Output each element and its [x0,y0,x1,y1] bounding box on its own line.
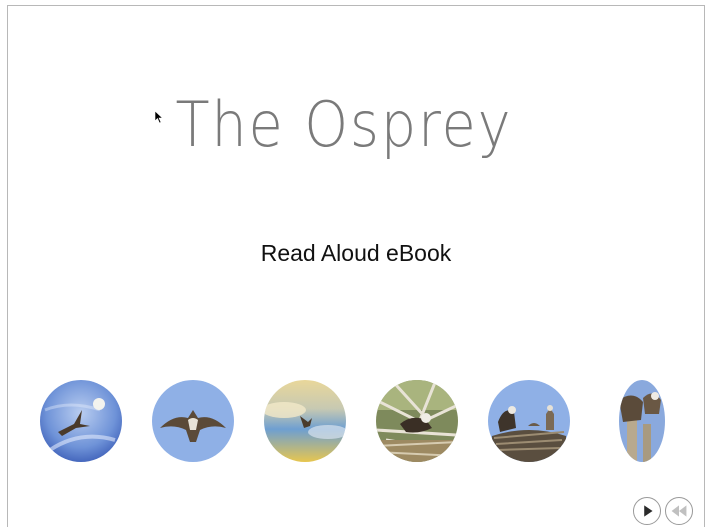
osprey-flying-moon-image [40,380,122,462]
book-subtitle: Read Aloud eBook [260,240,452,266]
thumbnail-osprey-on-nest-branches[interactable] [376,380,458,462]
osprey-sunset-sky-image [264,380,346,462]
osprey-on-nest-branches-image [376,380,458,462]
osprey-perched-pole-image [619,380,665,462]
play-button[interactable] [633,497,661,525]
thumbnail-osprey-sunset-sky[interactable] [264,380,346,462]
thumbnail-osprey-perched-pole[interactable] [619,380,665,462]
rewind-button[interactable] [665,497,693,525]
frame-border-top [7,5,705,6]
thumbnail-osprey-overhead[interactable] [152,380,234,462]
osprey-chicks-nest-image [488,380,570,462]
thumbnail-osprey-flying-moon[interactable] [40,380,122,462]
osprey-overhead-image [152,380,234,462]
thumbnail-osprey-chicks-nest[interactable] [488,380,570,462]
play-icon [644,505,653,517]
book-title: The Osprey [175,88,513,161]
rewind-icon [671,505,687,517]
ebook-cover-page: The Osprey Read Aloud eBook [0,0,712,527]
